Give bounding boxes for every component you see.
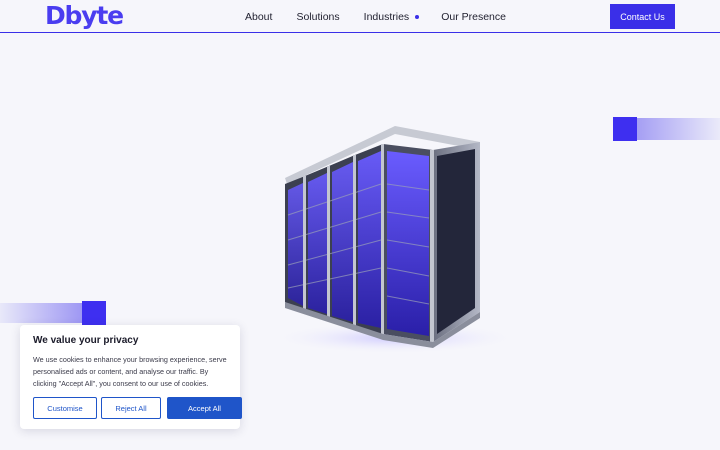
nav-item-our-presence[interactable]: Our Presence: [441, 10, 506, 24]
cookie-title: We value your privacy: [33, 335, 139, 346]
accept-all-button[interactable]: Accept All: [167, 397, 242, 419]
nav-item-solutions[interactable]: Solutions: [296, 10, 339, 24]
contact-us-button[interactable]: Contact Us: [610, 4, 675, 29]
decorative-light-trail: [0, 303, 83, 323]
cookie-consent-banner: We value your privacy We use cookies to …: [20, 325, 242, 429]
dropdown-dot-icon: [415, 15, 420, 19]
reject-all-button[interactable]: Reject All: [101, 397, 161, 419]
cookie-description: We use cookies to enhance your browsing …: [33, 355, 227, 388]
main-nav: About Solutions Industries Our Presence: [245, 10, 506, 24]
server-rack-image: [270, 126, 520, 354]
nav-item-industries[interactable]: Industries: [364, 10, 420, 24]
decorative-square: [613, 117, 637, 141]
site-header: Dbyte About Solutions Industries Our Pre…: [0, 0, 720, 33]
logo[interactable]: Dbyte: [45, 1, 124, 31]
nav-item-about[interactable]: About: [245, 10, 272, 24]
cookie-actions: Customise Reject All Accept All: [33, 397, 242, 419]
decorative-square: [82, 301, 106, 325]
nav-item-industries-label: Industries: [363, 11, 410, 23]
decorative-light-trail: [636, 118, 720, 140]
customise-button[interactable]: Customise: [33, 397, 97, 419]
